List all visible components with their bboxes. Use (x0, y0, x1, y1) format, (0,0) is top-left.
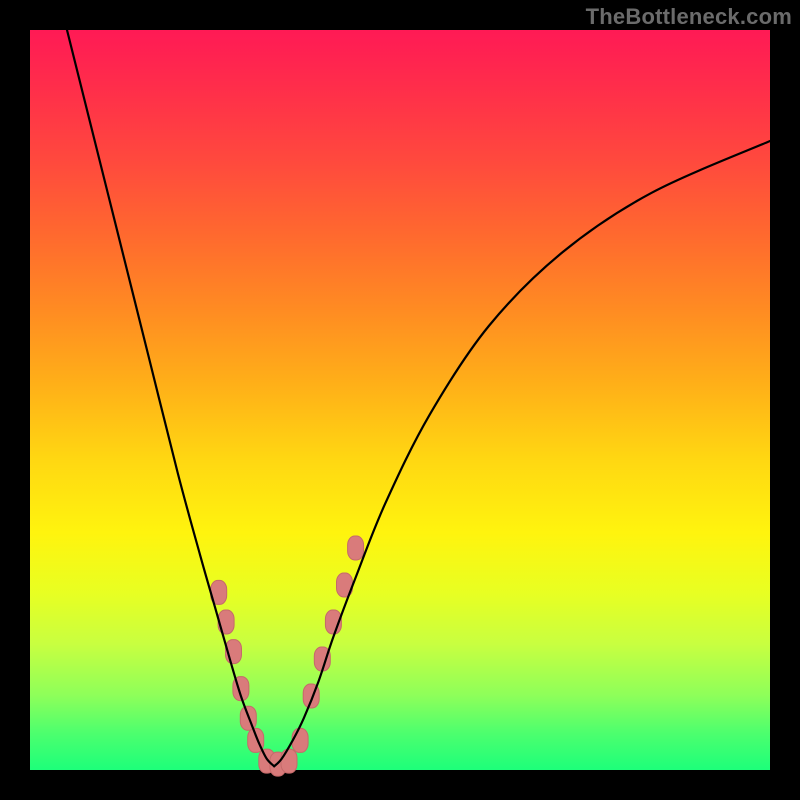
chart-svg (30, 30, 770, 770)
highlight-marker (348, 536, 364, 560)
highlight-marker (281, 749, 297, 773)
watermark-text: TheBottleneck.com (586, 4, 792, 30)
right-branch-curve (274, 141, 770, 766)
left-branch-curve (67, 30, 274, 766)
highlight-marker (292, 728, 308, 752)
plot-area (30, 30, 770, 770)
outer-frame: TheBottleneck.com (0, 0, 800, 800)
marker-layer (211, 536, 364, 776)
